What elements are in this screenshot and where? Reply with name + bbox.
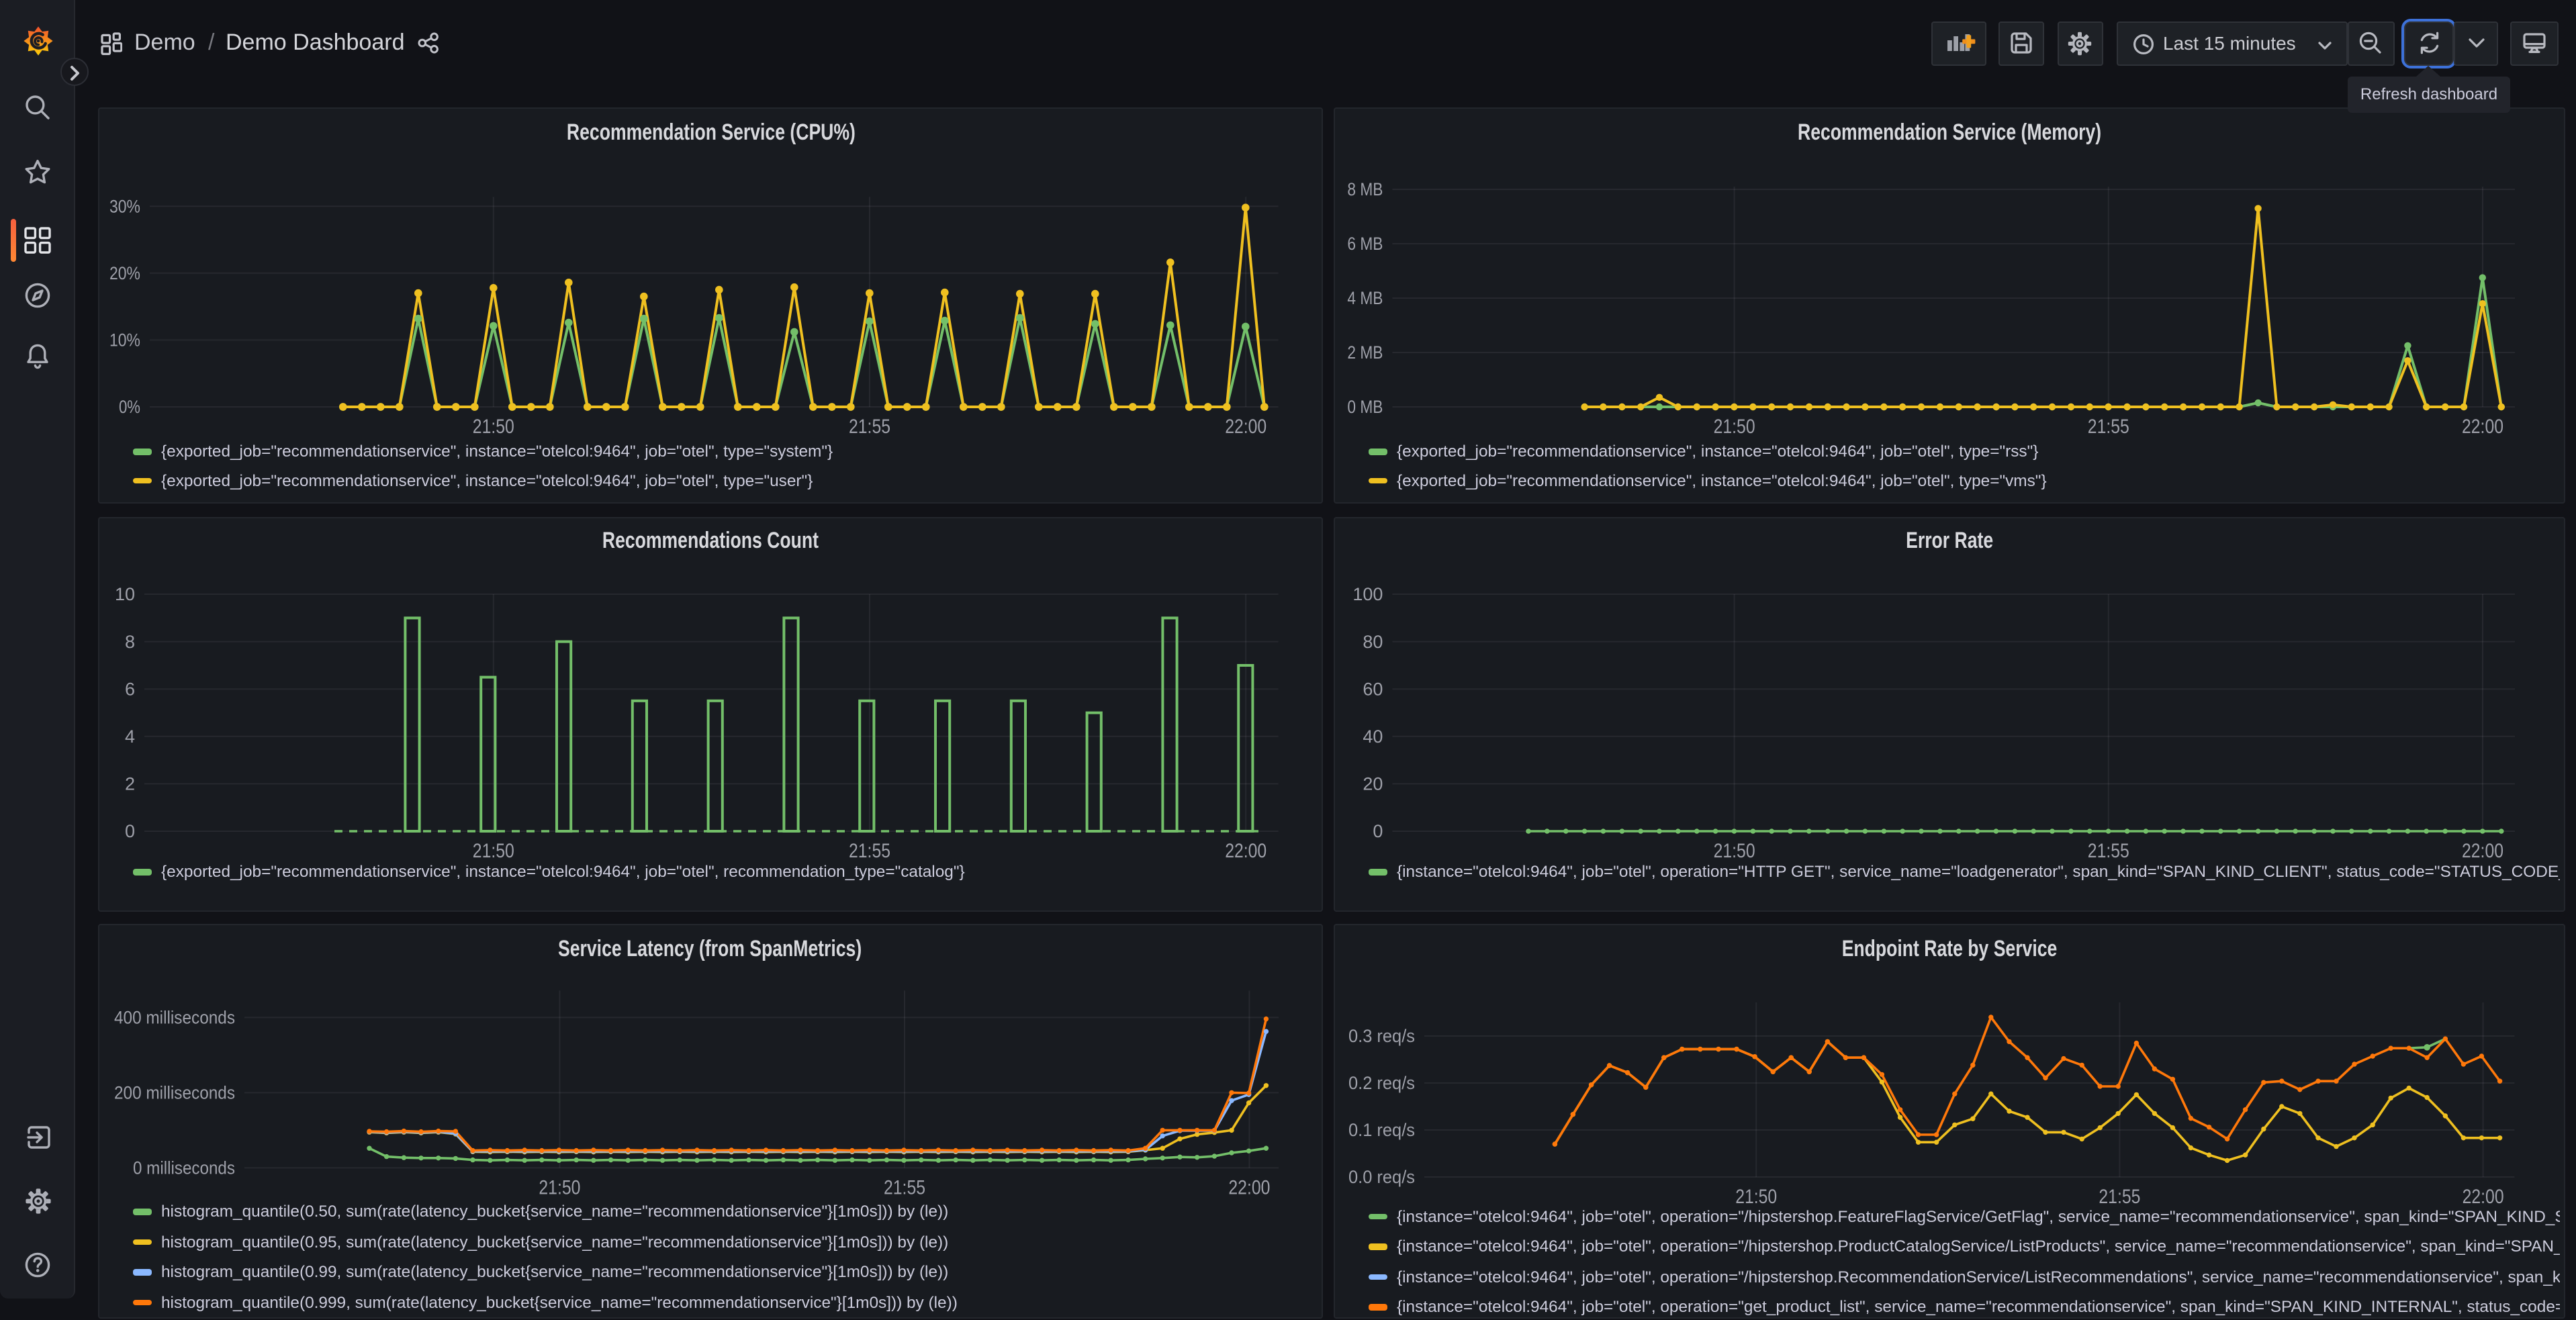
svg-text:0: 0 bbox=[1373, 820, 1383, 841]
svg-text:22:00: 22:00 bbox=[1225, 839, 1267, 861]
svg-text:0.2 req/s: 0.2 req/s bbox=[1348, 1073, 1415, 1093]
svg-text:21:50: 21:50 bbox=[539, 1176, 580, 1198]
svg-text:22:00: 22:00 bbox=[1228, 1176, 1270, 1198]
svg-text:22:00: 22:00 bbox=[2462, 416, 2503, 438]
svg-text:10: 10 bbox=[115, 583, 135, 604]
svg-text:20%: 20% bbox=[109, 263, 140, 283]
svg-text:21:55: 21:55 bbox=[884, 1176, 925, 1198]
svg-text:21:50: 21:50 bbox=[1714, 416, 1755, 438]
svg-text:0%: 0% bbox=[119, 397, 140, 417]
svg-text:2 MB: 2 MB bbox=[1347, 342, 1383, 363]
svg-text:2: 2 bbox=[125, 773, 135, 794]
svg-text:8: 8 bbox=[125, 631, 135, 651]
svg-text:22:00: 22:00 bbox=[2462, 839, 2503, 861]
svg-text:22:00: 22:00 bbox=[1225, 416, 1267, 438]
svg-text:0.0 req/s: 0.0 req/s bbox=[1348, 1167, 1415, 1187]
svg-text:100: 100 bbox=[1352, 583, 1383, 604]
svg-text:400 milliseconds: 400 milliseconds bbox=[114, 1008, 235, 1028]
svg-text:21:55: 21:55 bbox=[2088, 416, 2129, 438]
svg-text:4: 4 bbox=[125, 726, 135, 746]
svg-text:8 MB: 8 MB bbox=[1347, 179, 1383, 199]
svg-text:21:50: 21:50 bbox=[1714, 839, 1755, 861]
svg-text:4 MB: 4 MB bbox=[1347, 288, 1383, 308]
svg-text:21:55: 21:55 bbox=[849, 839, 890, 861]
svg-text:0.1 req/s: 0.1 req/s bbox=[1348, 1120, 1415, 1140]
svg-text:40: 40 bbox=[1363, 726, 1383, 746]
svg-text:21:50: 21:50 bbox=[473, 416, 514, 438]
svg-text:6 MB: 6 MB bbox=[1347, 234, 1383, 254]
svg-text:200 milliseconds: 200 milliseconds bbox=[114, 1083, 235, 1103]
svg-text:80: 80 bbox=[1363, 631, 1383, 651]
svg-text:0: 0 bbox=[125, 820, 135, 841]
svg-text:6: 6 bbox=[125, 678, 135, 698]
svg-text:20: 20 bbox=[1363, 773, 1383, 794]
svg-text:30%: 30% bbox=[109, 196, 140, 216]
svg-text:21:55: 21:55 bbox=[849, 416, 890, 438]
svg-text:0 milliseconds: 0 milliseconds bbox=[133, 1158, 235, 1178]
svg-text:0 MB: 0 MB bbox=[1347, 397, 1383, 417]
svg-text:0.3 req/s: 0.3 req/s bbox=[1348, 1026, 1415, 1046]
svg-text:21:50: 21:50 bbox=[473, 839, 514, 861]
svg-text:21:55: 21:55 bbox=[2088, 839, 2129, 861]
svg-text:10%: 10% bbox=[109, 330, 140, 350]
svg-text:60: 60 bbox=[1363, 678, 1383, 698]
